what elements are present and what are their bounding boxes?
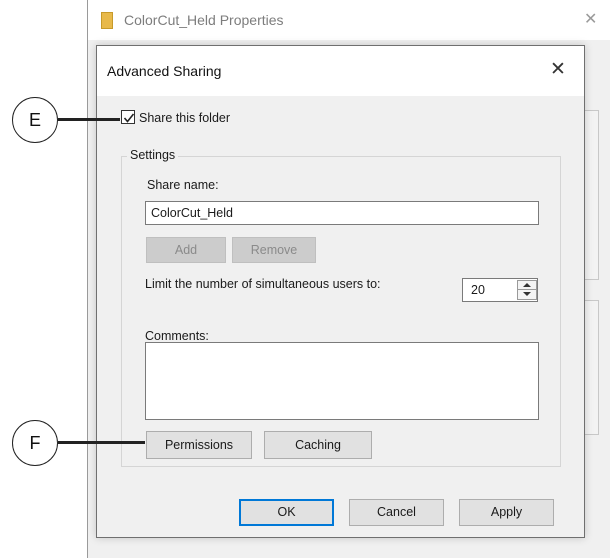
- user-limit-label: Limit the number of simultaneous users t…: [145, 277, 381, 291]
- remove-button[interactable]: Remove: [232, 237, 316, 263]
- spin-buttons: [517, 280, 537, 300]
- share-folder-label[interactable]: Share this folder: [139, 111, 230, 125]
- caching-button[interactable]: Caching: [264, 431, 372, 459]
- checkmark-icon: [123, 113, 135, 123]
- user-limit-value[interactable]: 20: [471, 283, 485, 297]
- cancel-button[interactable]: Cancel: [349, 499, 444, 526]
- callout-f-leader-line: [58, 441, 145, 444]
- advanced-sharing-dialog: Advanced Sharing ✕ Share this folder Set…: [96, 45, 585, 538]
- share-name-label: Share name:: [147, 178, 219, 192]
- settings-legend: Settings: [127, 148, 179, 162]
- callout-e: E: [12, 97, 58, 143]
- properties-titlebar: ColorCut_Held Properties ✕: [88, 0, 610, 40]
- apply-button[interactable]: Apply: [459, 499, 554, 526]
- close-icon[interactable]: ✕: [543, 56, 573, 84]
- dialog-titlebar: Advanced Sharing ✕: [97, 46, 584, 96]
- add-button[interactable]: Add: [146, 237, 226, 263]
- callout-f: F: [12, 420, 58, 466]
- comments-label: Comments:: [145, 329, 209, 343]
- spin-down-arrow-icon[interactable]: [518, 290, 536, 299]
- share-folder-checkbox[interactable]: [121, 110, 135, 124]
- properties-title: ColorCut_Held Properties: [124, 12, 284, 28]
- permissions-button[interactable]: Permissions: [146, 431, 252, 459]
- user-limit-spinbox[interactable]: 20: [462, 278, 538, 302]
- callout-e-leader-line: [58, 118, 120, 121]
- spin-up-arrow-icon[interactable]: [518, 281, 536, 290]
- properties-close-icon[interactable]: ✕: [584, 9, 597, 29]
- folder-icon: [101, 12, 113, 29]
- share-name-input[interactable]: ColorCut_Held: [145, 201, 539, 225]
- comments-textarea[interactable]: [145, 342, 539, 420]
- dialog-title: Advanced Sharing: [107, 63, 222, 79]
- ok-button[interactable]: OK: [239, 499, 334, 526]
